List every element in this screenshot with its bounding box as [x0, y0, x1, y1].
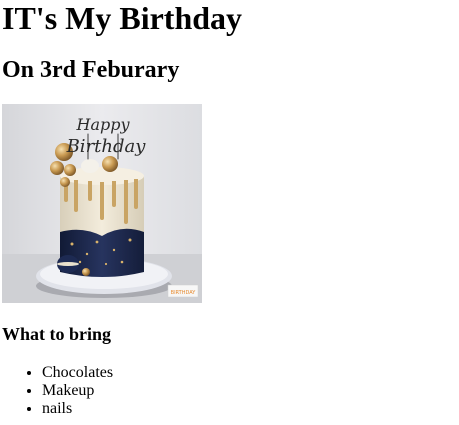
watermark-badge: BIRTHDAY [171, 290, 197, 296]
svg-text:Happy: Happy [75, 115, 130, 134]
page: IT's My Birthday On 3rd Feburary Happy B… [0, 0, 459, 425]
list-item: nails [42, 400, 113, 418]
bring-heading: What to bring [2, 324, 112, 344]
page-title: IT's My Birthday [2, 0, 243, 36]
list-item: Makeup [42, 382, 113, 400]
svg-text:Birthday: Birthday [66, 136, 147, 157]
event-date-heading: On 3rd Feburary [2, 57, 180, 83]
birthday-cake-image: Happy Birthday BIRTHDAY [2, 104, 202, 303]
bring-list: Chocolates Makeup nails [2, 364, 113, 418]
list-item: Chocolates [42, 364, 113, 382]
